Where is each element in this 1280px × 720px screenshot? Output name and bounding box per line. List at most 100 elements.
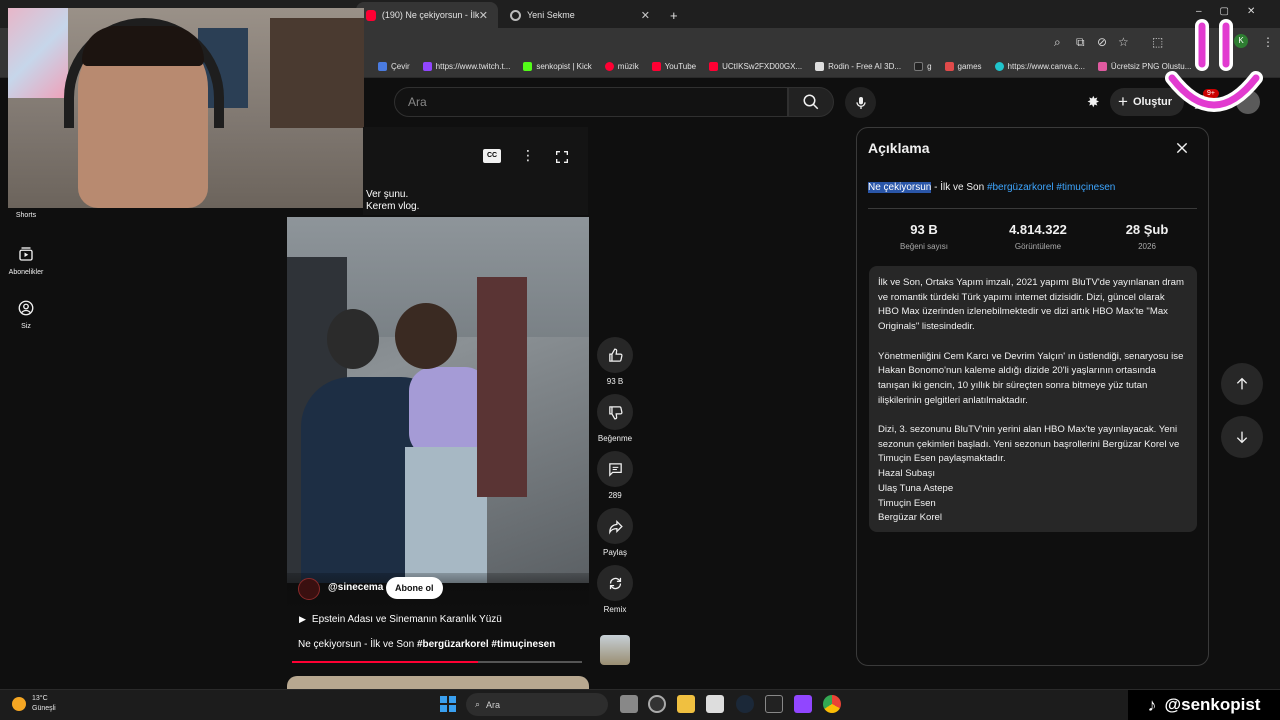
weather-desc: Güneşli xyxy=(32,705,56,712)
task-view-icon[interactable] xyxy=(620,695,638,713)
tab-new[interactable]: Yeni Sekme ✕ xyxy=(500,2,660,28)
comment-count: 289 xyxy=(608,491,622,500)
playlist-link[interactable]: ▶ Epstein Adası ve Sinemanın Karanlık Yüz… xyxy=(299,614,502,625)
channel-avatar[interactable] xyxy=(298,578,320,600)
sidebar-item-you[interactable]: Siz xyxy=(0,299,52,330)
voice-search-button[interactable] xyxy=(845,87,876,118)
bookmark-item[interactable]: https://www.canva.c... xyxy=(994,62,1085,71)
next-video-button[interactable] xyxy=(1221,416,1263,458)
fullscreen-icon[interactable] xyxy=(554,149,570,165)
file-explorer-icon[interactable] xyxy=(677,695,695,713)
plus-icon: + xyxy=(1118,92,1128,111)
remix-button[interactable] xyxy=(597,565,633,601)
video-overlay-text-2: Kerem vlog. xyxy=(366,201,420,212)
description-paragraph: Yönetmenliğini Cem Karcı ve Devrim Yalçı… xyxy=(878,350,1184,406)
weather-temp: 13°C xyxy=(32,695,48,702)
bookmark-item[interactable]: Rodin - Free AI 3D... xyxy=(815,62,901,71)
video-scene-legs xyxy=(477,277,527,497)
video-overlay-text-1: Ver şunu. xyxy=(366,189,409,200)
dislike-label: Beğenme xyxy=(597,434,633,443)
video-scene-child-body xyxy=(405,447,487,583)
share-button[interactable] xyxy=(597,508,633,544)
video-progress-bar[interactable] xyxy=(292,661,582,663)
subscriptions-icon xyxy=(19,247,33,261)
bookmark-item[interactable]: games xyxy=(944,62,982,71)
youtube-favicon-icon xyxy=(366,9,376,21)
app-icon[interactable] xyxy=(648,695,666,713)
tab-title: (190) Ne çekiyorsun - İlk ve So xyxy=(381,10,479,20)
video-title-line: Ne çekiyorsun - İlk ve Son #bergüzarkore… xyxy=(868,182,1116,193)
search-button[interactable] xyxy=(788,87,834,117)
bookmark-item[interactable]: senkopist | Kick xyxy=(523,62,592,71)
hide-icon[interactable]: ⊘ xyxy=(1097,35,1107,49)
bookmark-star-icon[interactable]: ☆ xyxy=(1118,35,1129,49)
gemini-icon[interactable]: ✸ xyxy=(1087,93,1100,111)
bookmark-icon xyxy=(994,62,1004,71)
bookmark-item[interactable]: YouTube xyxy=(651,62,696,71)
audio-thumbnail[interactable] xyxy=(600,635,630,665)
windows-start-icon[interactable] xyxy=(440,696,456,712)
tiktok-handle-overlay: ♪ @senkopist xyxy=(1128,690,1280,720)
zoom-icon[interactable]: ⌕ xyxy=(1054,35,1061,50)
sun-icon xyxy=(12,697,26,711)
channel-name[interactable]: @sinecema xyxy=(328,582,383,593)
dislike-button[interactable] xyxy=(597,394,633,430)
stat-likes: 93 B Beğeni sayısı xyxy=(899,222,949,251)
cast-name: Ulaş Tuna Astepe xyxy=(878,482,954,494)
windows-taskbar xyxy=(0,689,1280,720)
close-tab-icon[interactable]: ✕ xyxy=(479,9,488,22)
wall-shelf xyxy=(270,18,364,128)
play-icon: ▶ xyxy=(299,614,306,624)
bookmark-item[interactable]: UCtIKSw2FXD00GX... xyxy=(709,62,802,71)
video-caption: Ne çekiyorsun - İlk ve Son #bergüzarkore… xyxy=(298,639,556,650)
store-icon[interactable] xyxy=(706,695,724,713)
comment-button[interactable] xyxy=(597,451,633,487)
bookmark-item[interactable]: g xyxy=(914,62,932,71)
search-input[interactable]: Ara xyxy=(394,87,788,117)
bookmark-item[interactable]: Çevir xyxy=(378,62,410,71)
cast-name: Bergüzar Korel xyxy=(878,512,942,524)
player-top-bar: CC ⋮ Ver şunu. Kerem vlog. xyxy=(363,127,588,215)
new-tab-button[interactable]: + xyxy=(660,2,688,28)
progress-fill xyxy=(292,661,478,663)
bookmark-icon xyxy=(604,62,614,71)
share-icon xyxy=(608,519,623,535)
like-button[interactable] xyxy=(597,337,633,373)
stream-overlay-logo xyxy=(1165,19,1263,112)
shorts-video[interactable] xyxy=(287,217,589,583)
search-icon: ⌕ xyxy=(475,699,481,709)
install-icon[interactable]: ⧉ xyxy=(1076,35,1085,50)
cast-name: Hazal Subaşı xyxy=(878,468,936,480)
like-count: 93 B xyxy=(606,377,624,386)
weather-widget[interactable]: 13°C Güneşli xyxy=(12,694,56,714)
epic-games-icon[interactable] xyxy=(765,695,783,713)
tab-youtube[interactable]: (190) Ne çekiyorsun - İlk ve So ✕ xyxy=(356,2,498,28)
captions-button[interactable]: CC xyxy=(483,149,501,163)
close-icon[interactable] xyxy=(1175,141,1189,155)
cast-name: Timuçin Esen xyxy=(878,497,936,509)
sidebar-item-shorts[interactable]: Shorts xyxy=(0,212,52,219)
chrome-favicon-icon xyxy=(510,9,521,21)
steam-icon[interactable] xyxy=(736,695,754,713)
video-scene-child-head xyxy=(395,303,457,369)
bookmark-item[interactable]: müzik xyxy=(604,62,639,71)
remix-icon xyxy=(609,577,621,589)
close-tab-icon[interactable]: ✕ xyxy=(641,9,650,22)
subscribe-button[interactable]: Abone ol xyxy=(386,577,443,599)
sidebar-item-subscriptions[interactable]: Abonelikler xyxy=(0,245,52,276)
hair xyxy=(82,26,204,66)
taskbar-search[interactable]: ⌕ Ara xyxy=(466,693,608,716)
twitch-icon[interactable] xyxy=(794,695,812,713)
you-icon xyxy=(18,300,34,316)
previous-video-button[interactable] xyxy=(1221,363,1263,405)
more-options-icon[interactable]: ⋮ xyxy=(521,147,535,164)
chrome-icon[interactable] xyxy=(823,695,841,713)
description-text: İlk ve Son, Ortaks Yapım imzalı, 2021 ya… xyxy=(869,266,1197,532)
comment-icon xyxy=(608,462,622,477)
webcam-overlay xyxy=(8,8,364,208)
divider xyxy=(868,208,1197,209)
description-paragraph: İlk ve Son, Ortaks Yapım imzalı, 2021 ya… xyxy=(878,277,1184,333)
bookmark-item[interactable]: https://www.twitch.t... xyxy=(422,62,510,71)
bookmark-icon xyxy=(914,62,924,71)
stat-views: 4.814.322 Görüntüleme xyxy=(1009,222,1067,251)
